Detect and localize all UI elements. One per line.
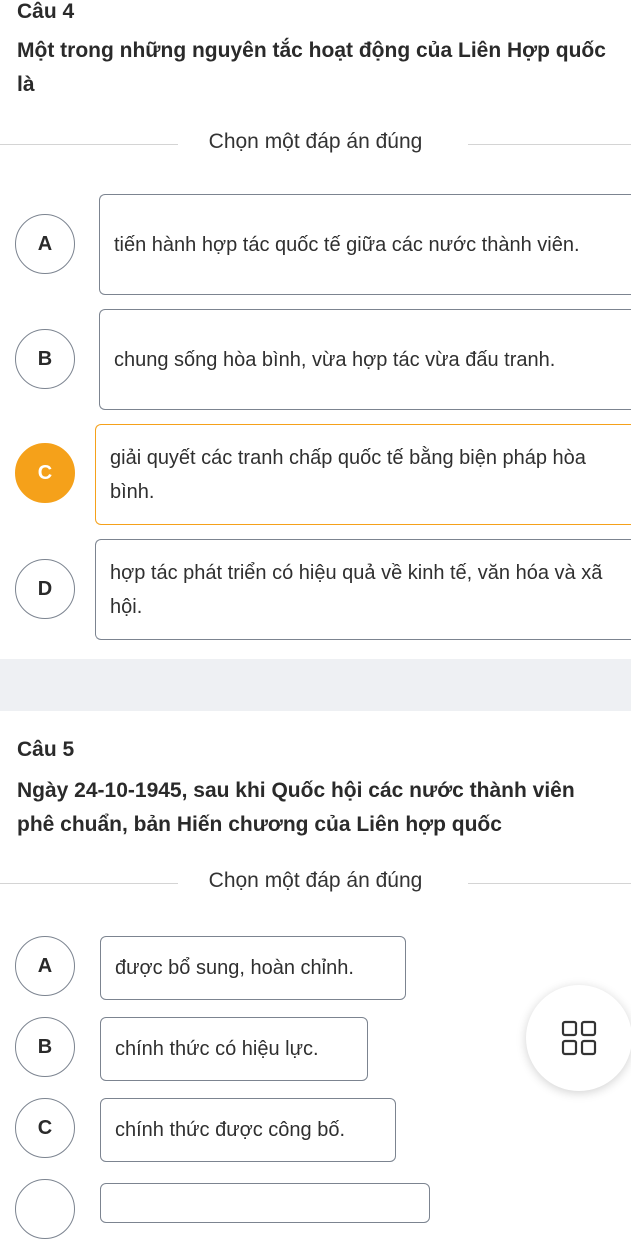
option-b[interactable]: chính thức có hiệu lực.: [100, 1017, 368, 1081]
option-b[interactable]: chung sống hòa bình, vừa hợp tác vừa đấu…: [99, 309, 631, 410]
instruction-separator: Chọn một đáp án đúng: [0, 869, 631, 899]
option-a-letter[interactable]: A: [15, 936, 75, 996]
option-c-letter[interactable]: C: [15, 1098, 75, 1158]
option-b-text: chính thức có hiệu lực.: [115, 1038, 319, 1060]
option-b-text: chung sống hòa bình, vừa hợp tác vừa đấu…: [114, 348, 556, 371]
option-c-selected[interactable]: giải quyết các tranh chấp quốc tế bằng b…: [95, 424, 631, 525]
option-c[interactable]: chính thức được công bố.: [100, 1098, 396, 1162]
option-a-text: tiến hành hợp tác quốc tế giữa các nước …: [114, 233, 580, 256]
question-text: Một trong những nguyên tắc hoạt động của…: [17, 39, 606, 96]
option-c-letter-selected[interactable]: C: [15, 443, 75, 503]
option-d-text: hợp tác phát triển có hiệu quả về kinh t…: [110, 561, 603, 618]
grid-menu-icon: [561, 1020, 597, 1056]
option-d-letter[interactable]: [15, 1179, 75, 1239]
option-d[interactable]: [100, 1183, 430, 1223]
question-text: Ngày 24-10-1945, sau khi Quốc hội các nư…: [17, 779, 575, 836]
question-label: Câu 5: [17, 738, 75, 761]
instruction-text: Chọn một đáp án đúng: [208, 130, 423, 153]
instruction-text: Chọn một đáp án đúng: [208, 869, 423, 892]
option-c-text: giải quyết các tranh chấp quốc tế bằng b…: [110, 446, 586, 503]
option-b-letter[interactable]: B: [15, 1017, 75, 1077]
option-a[interactable]: tiến hành hợp tác quốc tế giữa các nước …: [99, 194, 631, 295]
section-divider-band: [0, 659, 631, 711]
option-d-letter[interactable]: D: [15, 559, 75, 619]
option-a-text: được bổ sung, hoàn chỉnh.: [115, 957, 354, 979]
option-d[interactable]: hợp tác phát triển có hiệu quả về kinh t…: [95, 539, 631, 640]
question-label: Câu 4: [17, 0, 75, 23]
grid-menu-button[interactable]: [526, 985, 631, 1091]
option-a[interactable]: được bổ sung, hoàn chỉnh.: [100, 936, 406, 1000]
option-a-letter[interactable]: A: [15, 214, 75, 274]
option-c-text: chính thức được công bố.: [115, 1119, 346, 1141]
option-b-letter[interactable]: B: [15, 329, 75, 389]
instruction-separator: Chọn một đáp án đúng: [0, 130, 631, 160]
